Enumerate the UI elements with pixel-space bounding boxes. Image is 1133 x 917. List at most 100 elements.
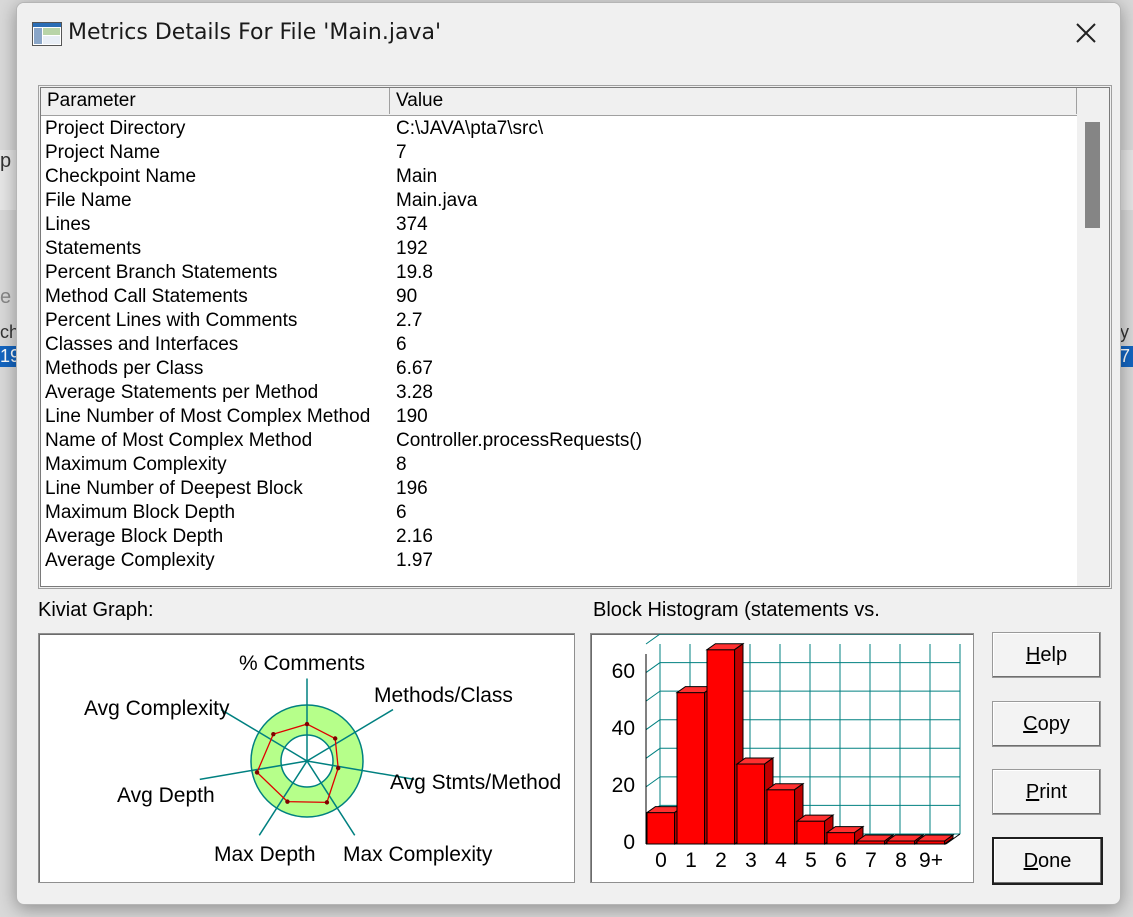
parameter-cell: Average Complexity [45,550,215,571]
histogram-grid-line [645,776,661,788]
table-row[interactable]: Percent Branch Statements 19.8 [41,261,1077,285]
kiviat-axis-label: Avg Stmts/Method [390,771,562,794]
button-label: rint [1039,780,1068,803]
value-cell: 1.97 [396,550,433,571]
parameter-cell: Average Block Depth [45,526,224,547]
histogram-bar [796,820,826,845]
background-fragment: e [0,286,12,308]
value-cell: 7 [396,142,407,163]
value-cell: 374 [396,214,428,235]
close-button[interactable] [1066,15,1106,55]
histogram-x-tick-label: 0 [655,849,667,872]
table-row[interactable]: Method Call Statements 90 [41,285,1077,309]
value-cell: 8 [396,454,407,475]
kiviat-graph-label: Kiviat Graph: [38,599,154,621]
table-row[interactable]: Project Name 7 [41,141,1077,165]
parameter-cell: Lines [45,214,91,235]
parameter-cell: Maximum Block Depth [45,502,236,523]
background-fragment: p [0,150,12,172]
copy-button[interactable]: Copy [992,701,1101,747]
value-cell: 19.8 [396,262,433,283]
value-cell: C:\JAVA\pta7\src\ [396,118,544,139]
histogram-x-tick-label: 6 [835,849,847,872]
background-fragment: 19 [0,346,21,367]
value-cell: 196 [396,478,428,499]
value-cell: 2.7 [396,310,423,331]
table-row[interactable]: Maximum Block Depth 6 [41,501,1077,525]
histogram-y-tick-label: 40 [611,716,635,740]
kiviat-axis-label: Max Depth [214,843,316,866]
histogram-x-tick-label: 3 [745,849,757,872]
parameter-cell: Name of Most Complex Method [45,430,313,451]
block-histogram-canvas [645,634,961,845]
title-bar[interactable]: Metrics Details For File 'Main.java' [17,3,1120,65]
table-row[interactable]: Percent Lines with Comments 2.7 [41,309,1077,333]
value-cell: Main.java [396,190,478,211]
table-row[interactable]: Project Directory C:\JAVA\pta7\src\ [41,117,1077,141]
app-window-icon [32,22,62,51]
print-button[interactable]: Print [992,769,1101,815]
histogram-x-tick-label: 7 [865,849,877,872]
histogram-bar [766,789,796,845]
button-mnemonic: H [1025,643,1041,666]
table-header: Parameter Value [41,88,1077,116]
histogram-grid-line [645,634,661,645]
histogram-y-tick-label: 0 [623,831,635,854]
parameter-cell: Method Call Statements [45,286,248,307]
value-cell: 90 [396,286,418,307]
done-button[interactable]: Done [992,837,1103,885]
table-row[interactable]: Maximum Complexity 8 [41,453,1077,477]
table-row[interactable]: Statements 192 [41,237,1077,261]
kiviat-value-point [333,736,338,741]
kiviat-axis-label: Methods/Class [374,684,513,707]
parameter-cell: File Name [45,190,132,211]
table-row[interactable]: Average Complexity 1.97 [41,549,1077,573]
background-fragment: y [1120,322,1129,342]
table-row[interactable]: Lines 374 [41,213,1077,237]
table-row[interactable]: Line Number of Most Complex Method 190 [41,405,1077,429]
table-row[interactable]: File Name Main.java [41,189,1077,213]
kiviat-value-point [335,765,341,771]
help-button[interactable]: Help [992,632,1101,678]
value-cell: Main [396,166,438,187]
vertical-scrollbar[interactable] [1077,88,1109,586]
table-row[interactable]: Average Block Depth 2.16 [41,525,1077,549]
table-row[interactable]: Methods per Class 6.67 [41,357,1077,381]
kiviat-value-point [324,800,330,805]
histogram-y-tick-label: 60 [611,659,635,683]
background-app-strip [1119,150,1133,210]
histogram-x-tick-label: 4 [775,849,787,872]
value-cell: 192 [396,238,428,259]
kiviat-axis-label: % Comments [239,652,366,675]
parameter-cell: Project Name [45,142,161,163]
kiviat-value-point [254,770,260,775]
button-mnemonic: D [1023,849,1039,872]
parameter-cell: Project Directory [45,118,186,139]
histogram-bar [826,832,856,845]
histogram-grid-line [645,690,661,702]
histogram-bar [676,692,706,845]
column-header-parameter[interactable]: Parameter [41,88,390,114]
column-header-value[interactable]: Value [390,88,1077,114]
button-mnemonic: C [1023,712,1038,735]
parameter-cell: Line Number of Deepest Block [45,478,303,499]
histogram-x-tick-label: 9+ [919,849,943,872]
table-row[interactable]: Line Number of Deepest Block 196 [41,477,1077,501]
parameter-cell: Methods per Class [45,358,204,379]
histogram-x-tick-label: 8 [895,849,907,872]
table-row[interactable]: Name of Most Complex Method Controller.pr… [41,429,1077,453]
parameter-cell: Maximum Complexity [45,454,227,475]
histogram-bar [646,812,676,845]
button-mnemonic: P [1025,780,1040,803]
table-row[interactable]: Classes and Interfaces 6 [41,333,1077,357]
metrics-details-dialog: Metrics Details For File 'Main.java' Par… [16,2,1121,905]
background-fragment: 7 [1120,346,1133,367]
scrollbar-thumb[interactable] [1085,122,1100,228]
histogram-x-tick-label: 5 [805,849,817,872]
kiviat-axis-label: Avg Complexity [84,697,230,720]
table-row[interactable]: Average Statements per Method 3.28 [41,381,1077,405]
kiviat-value-point [271,731,276,737]
kiviat-value-point [304,721,310,727]
metrics-table-viewport: Parameter Value Project Directory C:\JAVA… [40,87,1110,587]
table-row[interactable]: Checkpoint Name Main [41,165,1077,189]
